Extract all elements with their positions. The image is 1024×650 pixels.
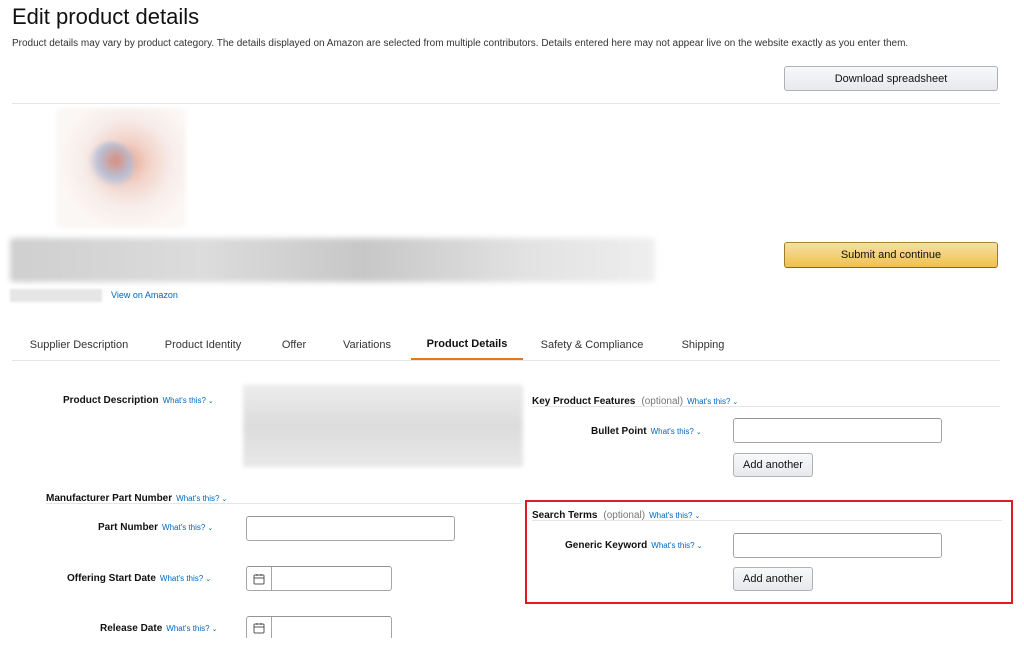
offering-start-date-label: Offering Start Date bbox=[67, 573, 156, 584]
product-description-label: Product Description bbox=[63, 395, 159, 406]
product-asin-redacted bbox=[10, 289, 102, 302]
chevron-down-icon: ⌄ bbox=[694, 513, 701, 520]
chevron-down-icon: ⌄ bbox=[207, 525, 214, 532]
calendar-icon[interactable] bbox=[247, 567, 272, 590]
part-number-label-row: Part Number What's this? ⌄ bbox=[98, 517, 213, 535]
tab-shipping[interactable]: Shipping bbox=[674, 330, 732, 360]
chevron-down-icon: ⌄ bbox=[732, 399, 739, 406]
bullet-point-label: Bullet Point bbox=[591, 426, 647, 437]
submit-and-continue-button[interactable]: Submit and continue bbox=[784, 242, 998, 268]
section-divider bbox=[532, 406, 1000, 407]
product-description-textarea-redacted[interactable] bbox=[243, 385, 523, 467]
generic-keyword-label-row: Generic Keyword What's this? ⌄ bbox=[565, 535, 702, 553]
whats-this-link[interactable]: What's this? ⌄ bbox=[687, 397, 738, 406]
offering-start-date-label-row: Offering Start Date What's this? ⌄ bbox=[67, 568, 211, 586]
tab-variations[interactable]: Variations bbox=[338, 330, 396, 360]
generic-keyword-label: Generic Keyword bbox=[565, 540, 648, 551]
section-divider bbox=[532, 520, 1002, 521]
whats-this-link[interactable]: What's this? ⌄ bbox=[163, 396, 214, 405]
release-date-input[interactable] bbox=[246, 616, 392, 638]
add-another-keyword-button[interactable]: Add another bbox=[733, 567, 813, 591]
part-number-input[interactable] bbox=[246, 516, 455, 541]
whats-this-link[interactable]: What's this? ⌄ bbox=[651, 541, 702, 550]
part-number-label: Part Number bbox=[98, 522, 159, 533]
chevron-down-icon: ⌄ bbox=[221, 496, 228, 503]
whats-this-link[interactable]: What's this? ⌄ bbox=[651, 427, 702, 436]
offering-start-date-input[interactable] bbox=[246, 566, 392, 591]
chevron-down-icon: ⌄ bbox=[205, 576, 212, 583]
chevron-down-icon: ⌄ bbox=[211, 626, 218, 633]
release-date-label: Release Date bbox=[100, 623, 163, 634]
tab-supplier-description[interactable]: Supplier Description bbox=[22, 330, 136, 360]
whats-this-link[interactable]: What's this? ⌄ bbox=[649, 511, 700, 520]
chevron-down-icon: ⌄ bbox=[696, 543, 703, 550]
product-title-redacted bbox=[10, 238, 655, 282]
release-date-label-row: Release Date What's this? ⌄ bbox=[100, 618, 217, 636]
header-divider bbox=[12, 103, 1000, 104]
whats-this-link[interactable]: What's this? ⌄ bbox=[160, 574, 211, 583]
tab-safety-compliance[interactable]: Safety & Compliance bbox=[536, 330, 648, 360]
view-on-amazon-link[interactable]: View on Amazon bbox=[111, 290, 178, 300]
bullet-point-input[interactable] bbox=[733, 418, 942, 443]
whats-this-link[interactable]: What's this? ⌄ bbox=[176, 494, 227, 503]
tab-product-details[interactable]: Product Details bbox=[411, 330, 523, 360]
tab-bar: Supplier Description Product Identity Of… bbox=[12, 330, 1000, 361]
tab-offer[interactable]: Offer bbox=[274, 330, 314, 360]
product-description-label-row: Product Description What's this? ⌄ bbox=[63, 390, 214, 408]
chevron-down-icon: ⌄ bbox=[207, 398, 214, 405]
page-subtitle: Product details may vary by product cate… bbox=[12, 38, 909, 49]
tab-product-identity[interactable]: Product Identity bbox=[158, 330, 248, 360]
generic-keyword-input[interactable] bbox=[733, 533, 942, 558]
add-another-bullet-button[interactable]: Add another bbox=[733, 453, 813, 477]
download-spreadsheet-button[interactable]: Download spreadsheet bbox=[784, 66, 998, 91]
bullet-point-label-row: Bullet Point What's this? ⌄ bbox=[591, 421, 702, 439]
calendar-icon[interactable] bbox=[247, 617, 272, 638]
section-divider bbox=[46, 503, 521, 504]
chevron-down-icon: ⌄ bbox=[695, 429, 702, 436]
whats-this-link[interactable]: What's this? ⌄ bbox=[166, 624, 217, 633]
product-image bbox=[56, 108, 186, 228]
whats-this-link[interactable]: What's this? ⌄ bbox=[162, 523, 213, 532]
page-title: Edit product details bbox=[12, 4, 200, 29]
